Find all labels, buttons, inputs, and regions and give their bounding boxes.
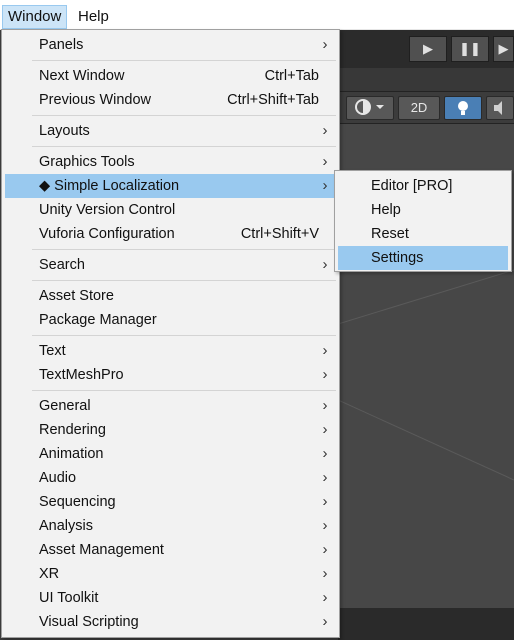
menu-separator bbox=[32, 280, 336, 281]
menu-separator bbox=[32, 60, 336, 61]
menu-item-label: Unity Version Control bbox=[39, 202, 176, 218]
chevron-right-icon: › bbox=[322, 445, 328, 462]
menu-separator bbox=[32, 335, 336, 336]
menu-item-ui-toolkit[interactable]: UI Toolkit › bbox=[5, 586, 336, 610]
menu-item-label: Search bbox=[39, 257, 85, 273]
menu-item-xr[interactable]: XR › bbox=[5, 562, 336, 586]
menu-item-label: Rendering bbox=[39, 422, 106, 438]
menu-item-vuforia-configuration[interactable]: Vuforia Configuration Ctrl+Shift+V bbox=[5, 222, 336, 246]
menu-separator bbox=[32, 115, 336, 116]
menu-separator bbox=[32, 390, 336, 391]
chevron-right-icon: › bbox=[322, 469, 328, 486]
chevron-right-icon: › bbox=[322, 36, 328, 53]
status-strip bbox=[338, 608, 514, 640]
menu-item-textmeshpro[interactable]: TextMeshPro › bbox=[5, 363, 336, 387]
menu-item-label: Visual Scripting bbox=[39, 614, 139, 630]
menu-item-animation[interactable]: Animation › bbox=[5, 442, 336, 466]
pause-button[interactable]: ❚❚ bbox=[451, 36, 489, 62]
menu-item-label: Panels bbox=[39, 37, 84, 53]
submenu-item-label: Reset bbox=[371, 226, 409, 242]
menu-item-label: Sequencing bbox=[39, 494, 116, 510]
chevron-right-icon: › bbox=[322, 397, 328, 414]
shading-mode-button[interactable] bbox=[346, 96, 394, 120]
menu-item-sequencing[interactable]: Sequencing › bbox=[5, 490, 336, 514]
submenu-item-reset[interactable]: Reset bbox=[338, 222, 508, 246]
menu-item-layouts[interactable]: Layouts › bbox=[5, 119, 336, 143]
chevron-right-icon: › bbox=[322, 342, 328, 359]
menu-item-label: UI Toolkit bbox=[39, 590, 99, 606]
menu-item-label: Audio bbox=[39, 470, 77, 486]
submenu-item-settings[interactable]: Settings bbox=[338, 246, 508, 270]
menu-separator bbox=[32, 249, 336, 250]
chevron-right-icon: › bbox=[322, 541, 328, 558]
lightbulb-icon bbox=[458, 101, 468, 115]
menu-item-unity-version-control[interactable]: Unity Version Control bbox=[5, 198, 336, 222]
menu-item-label: Asset Store bbox=[39, 288, 114, 304]
menu-item-analysis[interactable]: Analysis › bbox=[5, 514, 336, 538]
menu-item-previous-window[interactable]: Previous Window Ctrl+Shift+Tab bbox=[5, 88, 336, 112]
audio-toggle-button[interactable] bbox=[486, 96, 514, 120]
step-button[interactable]: ▶ bbox=[493, 36, 514, 62]
sphere-dropdown-icon bbox=[355, 99, 384, 115]
menu-bar: Window Help bbox=[0, 0, 514, 30]
submenu-item-help[interactable]: Help bbox=[338, 198, 508, 222]
menu-item-label: TextMeshPro bbox=[39, 367, 124, 383]
menu-help[interactable]: Help bbox=[72, 5, 115, 29]
speaker-mute-icon bbox=[494, 101, 502, 115]
submenu-item-editor-pro[interactable]: Editor [PRO] bbox=[338, 174, 508, 198]
menu-item-label: General bbox=[39, 398, 91, 414]
menu-item-graphics-tools[interactable]: Graphics Tools › bbox=[5, 150, 336, 174]
lighting-toggle-button[interactable] bbox=[444, 96, 482, 120]
submenu-item-label: Editor [PRO] bbox=[371, 178, 453, 194]
menu-item-asset-management[interactable]: Asset Management › bbox=[5, 538, 336, 562]
menu-item-label: Vuforia Configuration bbox=[39, 226, 175, 242]
menu-item-asset-store[interactable]: Asset Store bbox=[5, 284, 336, 308]
chevron-right-icon: › bbox=[322, 122, 328, 139]
simple-localization-submenu: Editor [PRO] Help Reset Settings bbox=[334, 170, 512, 272]
menu-item-text[interactable]: Text › bbox=[5, 339, 336, 363]
menu-item-rendering[interactable]: Rendering › bbox=[5, 418, 336, 442]
menu-item-shortcut: Ctrl+Shift+Tab bbox=[227, 92, 319, 108]
chevron-right-icon: › bbox=[322, 517, 328, 534]
menu-item-label: Graphics Tools bbox=[39, 154, 135, 170]
menu-separator bbox=[32, 146, 336, 147]
menu-item-simple-localization[interactable]: ◆ Simple Localization › bbox=[5, 174, 336, 198]
menu-item-label: XR bbox=[39, 566, 60, 582]
menu-item-general[interactable]: General › bbox=[5, 394, 336, 418]
chevron-right-icon: › bbox=[322, 589, 328, 606]
menu-item-shortcut: Ctrl+Shift+V bbox=[240, 226, 319, 242]
menu-item-label: ◆ Simple Localization bbox=[39, 178, 180, 194]
submenu-item-label: Help bbox=[371, 202, 401, 218]
play-button[interactable]: ▶ bbox=[409, 36, 447, 62]
chevron-right-icon: › bbox=[322, 256, 328, 273]
chevron-right-icon: › bbox=[322, 565, 328, 582]
menu-item-label: Layouts bbox=[39, 123, 90, 139]
menu-item-panels[interactable]: Panels › bbox=[5, 33, 336, 57]
menu-item-label: Animation bbox=[39, 446, 104, 462]
chevron-right-icon: › bbox=[322, 421, 328, 438]
menu-item-shortcut: Ctrl+Tab bbox=[264, 68, 319, 84]
menu-item-audio[interactable]: Audio › bbox=[5, 466, 336, 490]
scene-tabs bbox=[338, 68, 514, 92]
chevron-right-icon: › bbox=[322, 493, 328, 510]
menu-item-label: Asset Management bbox=[39, 542, 164, 558]
menu-item-label: Text bbox=[39, 343, 66, 359]
chevron-right-icon: › bbox=[322, 366, 328, 383]
menu-window[interactable]: Window bbox=[2, 5, 68, 29]
menu-item-label: Analysis bbox=[39, 518, 93, 534]
chevron-right-icon: › bbox=[322, 177, 328, 194]
menu-item-label: Next Window bbox=[39, 68, 125, 84]
2d-toggle-button[interactable]: 2D bbox=[398, 96, 440, 120]
submenu-item-label: Settings bbox=[371, 250, 424, 266]
menu-item-label: Previous Window bbox=[39, 92, 152, 108]
menu-item-package-manager[interactable]: Package Manager bbox=[5, 308, 336, 332]
chevron-right-icon: › bbox=[322, 153, 328, 170]
menu-item-label: Package Manager bbox=[39, 312, 157, 328]
menu-item-next-window[interactable]: Next Window Ctrl+Tab bbox=[5, 64, 336, 88]
chevron-right-icon: › bbox=[322, 613, 328, 630]
window-menu-dropdown: Panels › Next Window Ctrl+Tab Previous W… bbox=[1, 29, 340, 638]
menu-item-visual-scripting[interactable]: Visual Scripting › bbox=[5, 610, 336, 634]
menu-item-search[interactable]: Search › bbox=[5, 253, 336, 277]
